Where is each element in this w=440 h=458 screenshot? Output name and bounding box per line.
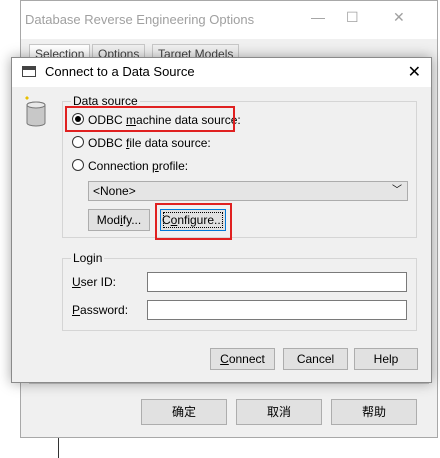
modify-button[interactable]: Modify... xyxy=(88,209,150,231)
profile-select-value: <None> xyxy=(93,184,136,198)
profile-select[interactable]: <None> ﹀ xyxy=(88,181,408,201)
password-label: Password: xyxy=(72,303,129,317)
background-help-button[interactable]: 帮助 xyxy=(331,399,417,425)
chevron-down-icon: ﹀ xyxy=(392,185,402,196)
user-id-label: User ID: xyxy=(72,275,117,289)
ok-button[interactable]: 确定 xyxy=(141,399,227,425)
radio-odbc-file-label: ODBC file data source: xyxy=(88,136,211,150)
maximize-icon[interactable]: ☐ xyxy=(346,9,359,26)
radio-connection-profile-label: Connection profile: xyxy=(88,159,189,173)
database-icon xyxy=(25,96,46,127)
radio-button[interactable] xyxy=(72,159,84,171)
background-window-title: Database Reverse Engineering Options xyxy=(25,12,255,27)
radio-button[interactable] xyxy=(72,136,84,148)
window-icon xyxy=(22,66,36,77)
login-group-label: Login xyxy=(71,251,105,265)
highlight-configure xyxy=(155,203,232,240)
cancel-button[interactable]: Cancel xyxy=(283,348,348,370)
connect-dialog: Connect to a Data Source ✕ Data source O… xyxy=(11,57,432,383)
dialog-close-icon[interactable]: ✕ xyxy=(408,62,421,82)
highlight-odbc-machine xyxy=(65,106,235,132)
password-field[interactable] xyxy=(147,300,407,320)
connect-button[interactable]: Connect xyxy=(210,348,275,370)
dialog-title: Connect to a Data Source xyxy=(45,64,195,79)
background-titlebar: Database Reverse Engineering Options — ☐… xyxy=(21,1,437,39)
background-cancel-button[interactable]: 取消 xyxy=(236,399,322,425)
user-id-field[interactable] xyxy=(147,272,407,292)
dialog-titlebar: Connect to a Data Source ✕ xyxy=(12,58,431,87)
divider-line xyxy=(58,438,59,458)
login-group: Login xyxy=(62,251,417,331)
minimize-icon[interactable]: — xyxy=(311,9,325,25)
help-button[interactable]: Help xyxy=(354,348,418,370)
close-icon[interactable]: ✕ xyxy=(393,9,405,26)
